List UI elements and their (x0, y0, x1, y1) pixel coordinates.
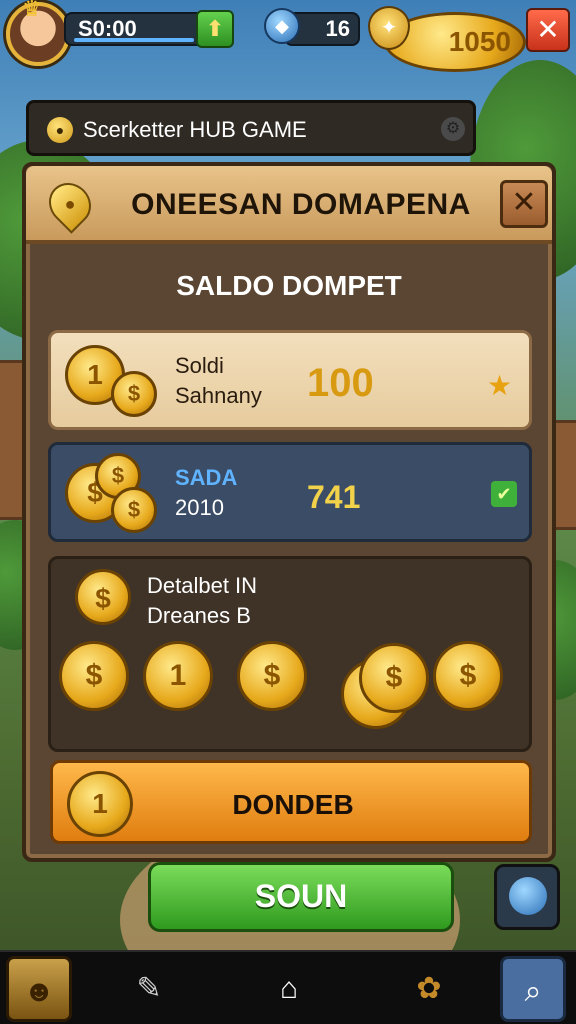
close-button[interactable]: ✕ (526, 8, 570, 52)
close-icon: ✕ (536, 14, 560, 45)
dollar-coin-icon[interactable]: $ (59, 641, 129, 711)
confirm-button[interactable]: SOUN (148, 862, 454, 932)
location-pin-icon: ● (40, 174, 100, 234)
hub-title: Scerketter HUB GAME (83, 117, 307, 142)
star-icon: ★ (487, 370, 513, 401)
bottom-nav: ☻ ✎ ⌂ ✿ ⌕ (0, 950, 576, 1024)
badge-icon[interactable]: ☻ (6, 956, 72, 1022)
gem-icon: ◆ (264, 8, 300, 44)
coin-stack-icon: 1 $ (65, 345, 161, 419)
panel-title: ONEESAN DOMAPENA (131, 188, 471, 221)
balance-card-primary[interactable]: 1 $ Soldi Sahnany 100 ★ (48, 330, 532, 430)
panel-body: SALDO DOMPET 1 $ Soldi Sahnany 100 ★ $ $… (36, 248, 542, 852)
crown-icon: ♛ (22, 0, 42, 21)
check-icon: ✔ (491, 481, 517, 507)
card-label-bottom: Sahnany (175, 383, 262, 408)
side-orb-button[interactable] (494, 864, 560, 930)
flower-icon[interactable]: ✿ (396, 956, 462, 1022)
detail-line-1: Detalbet IN (147, 573, 258, 598)
dollar-coin-icon[interactable]: $ (433, 641, 503, 711)
panel-close-button[interactable]: ✕ (500, 180, 548, 228)
top-resource-bar: ♛ S0:00 ⬆ 16 ◆ 1050 ✦ ✕ (0, 0, 576, 72)
coin-pile-icon: $ (359, 643, 429, 713)
coin-row: $ 1 $ $ $ $ (59, 641, 525, 729)
hub-banner[interactable]: ● Scerketter HUB GAME ⚙ (26, 100, 476, 156)
card-label-top: SADA (175, 465, 238, 490)
panel-header: ● ONEESAN DOMAPENA ✕ (26, 166, 552, 244)
detail-section: $ Detalbet IN Dreanes B $ 1 $ $ $ $ (48, 556, 532, 752)
one-coin-icon: 1 (67, 771, 133, 837)
card-value: 100 (307, 361, 374, 405)
one-coin-icon[interactable]: 1 (143, 641, 213, 711)
search-icon[interactable]: ⌕ (500, 956, 566, 1022)
close-icon: ✕ (511, 186, 537, 219)
coin-stack-icon: $ $ $ (65, 453, 161, 533)
orange-action-button[interactable]: 1 DONDEB (50, 760, 532, 844)
balance-card-secondary[interactable]: $ $ $ SADA 2010 741 ✔ (48, 442, 532, 542)
card-label-bottom: 2010 (175, 495, 224, 520)
home-icon[interactable]: ⌂ (256, 956, 322, 1022)
detail-line-2: Dreanes B (147, 603, 251, 628)
plus-icon: ⬆ (205, 16, 225, 41)
wallet-panel: ● ONEESAN DOMAPENA ✕ SALDO DOMPET 1 $ So… (22, 162, 556, 862)
section-title: SALDO DOMPET (176, 270, 402, 301)
orange-button-label: DONDEB (232, 789, 354, 820)
xp-bar (74, 38, 194, 42)
gem-value: 16 (325, 16, 350, 41)
dollar-coin-icon: $ (75, 569, 131, 625)
gold-counter: S0:00 (64, 12, 210, 46)
dollar-coin-icon[interactable]: $ (237, 641, 307, 711)
coin-value: 1050 (448, 26, 511, 57)
info-icon: ● (47, 117, 73, 143)
pen-icon[interactable]: ✎ (116, 956, 182, 1022)
gear-icon[interactable]: ⚙ (441, 117, 465, 141)
card-label-top: Soldi (175, 353, 224, 378)
card-value: 741 (307, 479, 361, 515)
add-gold-button[interactable]: ⬆ (196, 10, 234, 48)
